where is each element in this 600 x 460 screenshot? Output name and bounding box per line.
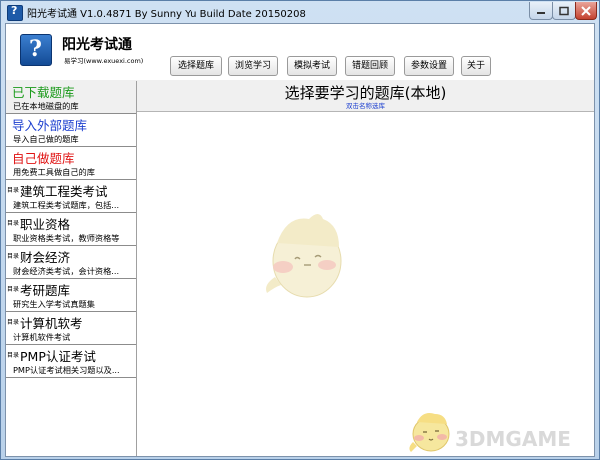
maximize-icon [559, 6, 569, 15]
sidebar-item-downloaded[interactable]: 已下载题库 已在本地磁盘的库 [6, 81, 136, 114]
sidebar-item-sub: 职业资格类考试，教师资格等 [13, 233, 120, 243]
settings-button[interactable]: 参数设置 [404, 56, 454, 76]
close-button[interactable] [575, 2, 597, 20]
close-icon [581, 5, 591, 16]
app-small-icon [7, 4, 23, 21]
sidebar-item-sub: 已在本地磁盘的库 [13, 101, 79, 111]
sidebar-item-make-own[interactable]: 自己做题库 用免费工具做自己的库 [6, 147, 136, 180]
folder-tag: 目录 [7, 187, 20, 194]
client-area: 阳光考试通 易学习(www.exuexi.com) 选择题库 浏览学习 模拟考试… [5, 23, 595, 457]
sidebar-item-title: 考研题库 [20, 283, 71, 298]
sidebar-item-title: 导入外部题库 [12, 118, 88, 133]
sidebar-item-title: 职业资格 [20, 217, 71, 232]
sidebar-item-sub: PMP认证考试相关习题以及... [13, 365, 120, 375]
sidebar-item-import[interactable]: 导入外部题库 导入自己做的题库 [6, 114, 136, 147]
sidebar-item-title: 建筑工程类考试 [20, 184, 108, 199]
mock-exam-button[interactable]: 模拟考试 [287, 56, 337, 76]
sidebar-item-sub: 导入自己做的题库 [13, 134, 79, 144]
app-subtitle: 易学习(www.exuexi.com) [64, 57, 144, 65]
folder-tag: 目录 [7, 220, 20, 227]
app-window: 阳光考试通 V1.0.4871 By Sunny Yu Build Date 2… [0, 0, 600, 460]
main-panel: 选择要学习的题库(本地) 双击名称选库 [137, 81, 594, 456]
mascot-icon [266, 214, 342, 298]
hint-text: 双击名称选库 [346, 102, 385, 110]
sidebar-item-sub: 计算机软件考试 [13, 332, 71, 342]
sidebar-item-sub: 研究生入学考试真题集 [13, 299, 95, 309]
sidebar-item-title: 计算机软考 [20, 316, 83, 331]
sidebar-item-pmp[interactable]: 目录 PMP认证考试 PMP认证考试相关习题以及... [6, 345, 136, 378]
folder-tag: 目录 [7, 319, 20, 326]
browse-learn-button[interactable]: 浏览学习 [228, 56, 278, 76]
sidebar-item-finance[interactable]: 目录 财会经济 财会经济类考试，会计资格... [6, 246, 136, 279]
sidebar-item-title: PMP认证考试 [20, 349, 96, 364]
main-header: 选择要学习的题库(本地) 双击名称选库 [137, 81, 594, 112]
title-bar[interactable]: 阳光考试通 V1.0.4871 By Sunny Yu Build Date 2… [1, 1, 599, 23]
sidebar-item-qualification[interactable]: 目录 职业资格 职业资格类考试，教师资格等 [6, 213, 136, 246]
sidebar-item-title: 已下载题库 [12, 85, 75, 100]
app-name: 阳光考试通 [62, 37, 132, 53]
bank-list-area[interactable] [137, 112, 594, 456]
wrong-review-button[interactable]: 错题回顾 [345, 56, 395, 76]
sidebar-item-postgrad[interactable]: 目录 考研题库 研究生入学考试真题集 [6, 279, 136, 312]
watermark: 3DMGAME [455, 427, 571, 451]
sidebar-item-sub: 财会经济类考试，会计资格... [13, 266, 120, 276]
sidebar-item-sub: 用免费工具做自己的库 [13, 167, 95, 177]
folder-tag: 目录 [7, 253, 20, 260]
sidebar-item-construction[interactable]: 目录 建筑工程类考试 建筑工程类考试题库，包括... [6, 180, 136, 213]
header: 阳光考试通 易学习(www.exuexi.com) 选择题库 浏览学习 模拟考试… [6, 24, 594, 80]
folder-tag: 目录 [7, 286, 20, 293]
question-mark-book-icon [20, 34, 52, 66]
sidebar-item-software-exam[interactable]: 目录 计算机软考 计算机软件考试 [6, 312, 136, 345]
minimize-button[interactable] [529, 2, 553, 20]
about-button[interactable]: 关于 [461, 56, 491, 76]
minimize-icon [537, 11, 545, 14]
sidebar-item-title: 自己做题库 [12, 151, 75, 166]
folder-tag: 目录 [7, 352, 20, 359]
maximize-button[interactable] [552, 2, 576, 20]
sidebar-item-title: 财会经济 [20, 250, 71, 265]
sidebar: 已下载题库 已在本地磁盘的库 导入外部题库 导入自己做的题库 自己做题库 用免费… [6, 81, 137, 456]
select-bank-button[interactable]: 选择题库 [170, 56, 222, 76]
sidebar-item-sub: 建筑工程类考试题库，包括... [13, 200, 120, 210]
window-title: 阳光考试通 V1.0.4871 By Sunny Yu Build Date 2… [27, 9, 306, 20]
